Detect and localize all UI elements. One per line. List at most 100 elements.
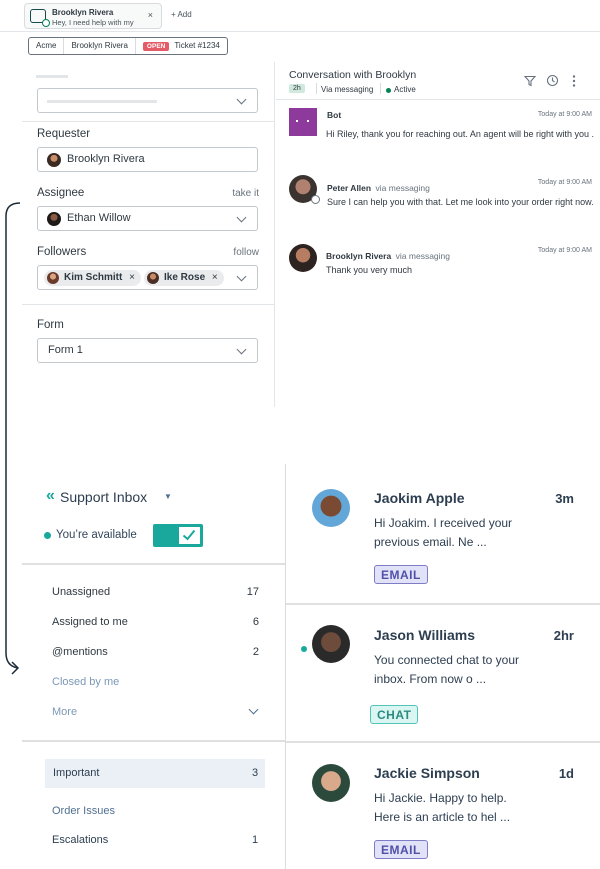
inbox-nav: Unassigned 17 Assigned to me 6 @mentions…	[22, 565, 285, 740]
divider	[276, 99, 600, 100]
follow-link[interactable]: follow	[233, 247, 259, 258]
form-label: Form	[37, 319, 64, 331]
view-count: 1	[252, 834, 259, 846]
breadcrumb-user[interactable]: Brooklyn Rivera	[64, 38, 136, 54]
message-text: Sure I can help you with that. Let me lo…	[327, 197, 594, 207]
view-escalations[interactable]: Escalations	[52, 834, 108, 846]
requester-label: Requester	[37, 128, 91, 140]
breadcrumb-org[interactable]: Acme	[29, 38, 65, 54]
contact-name: Jackie Simpson	[374, 765, 480, 781]
conversation-card[interactable]: Jackie Simpson 1d Hi Jackie. Happy to he…	[286, 745, 600, 869]
availability-dot	[44, 532, 51, 539]
availability-text: You’re available	[56, 529, 137, 541]
conversation-preview: You connected chat to your inbox. From n…	[374, 653, 519, 686]
followers-label: Followers	[37, 246, 87, 258]
nav-more[interactable]: More	[52, 706, 77, 718]
divider	[380, 83, 381, 94]
inbox-title[interactable]: Support Inbox	[60, 489, 147, 505]
checkmark-icon	[182, 529, 196, 541]
message-header: Peter Allen via messaging	[327, 178, 430, 196]
take-it-link[interactable]: take it	[232, 188, 259, 199]
conversation-time: 2hr	[553, 628, 574, 643]
follower-pill[interactable]: Kim Schmitt ×	[44, 270, 141, 286]
availability-toggle[interactable]	[153, 524, 203, 547]
avatar	[312, 489, 350, 527]
followers-field[interactable]: Kim Schmitt × Ike Rose ×	[37, 265, 258, 290]
conversation-time: 1d	[558, 766, 574, 781]
chevron-down-icon[interactable]	[248, 704, 259, 715]
more-options-icon[interactable]	[571, 74, 577, 88]
divider	[316, 83, 317, 94]
ticket-tab[interactable]: Brooklyn Rivera Hey, I need help with my…	[24, 3, 162, 29]
form-select[interactable]: Form 1	[37, 338, 258, 363]
customer-avatar	[289, 244, 317, 272]
view-important[interactable]: Important	[53, 767, 99, 779]
avatar	[147, 272, 159, 284]
chat-bubble-icon	[30, 9, 50, 27]
nav-count: 6	[252, 616, 259, 628]
breadcrumb: Acme Brooklyn Rivera OPEN Ticket #1234	[28, 37, 228, 55]
nav-mentions[interactable]: @mentions	[52, 646, 108, 658]
conversation-title: Conversation with Brooklyn	[289, 69, 417, 81]
follower-pill[interactable]: Ike Rose ×	[144, 270, 224, 286]
conversation-time: 3m	[555, 491, 574, 506]
chevron-down-icon	[236, 94, 247, 105]
form-value: Form 1	[48, 344, 83, 356]
nav-unassigned[interactable]: Unassigned	[52, 586, 110, 598]
close-tab-button[interactable]: ×	[148, 10, 153, 20]
avatar	[47, 153, 61, 167]
ticket-properties-panel: Requester Brooklyn Rivera Assignee take …	[22, 62, 275, 407]
requester-name: Brooklyn Rivera	[67, 153, 145, 165]
status-text: Active	[394, 85, 416, 94]
channel-label: Via messaging	[321, 85, 374, 94]
nav-closed-by-me[interactable]: Closed by me	[52, 676, 119, 688]
chevron-down-icon	[236, 212, 247, 223]
remove-follower-icon[interactable]: ×	[129, 272, 135, 283]
placeholder-bar	[47, 100, 157, 103]
add-tab-button[interactable]: + Add	[171, 10, 192, 19]
divider	[22, 304, 275, 305]
active-dot	[386, 88, 391, 93]
toggle-knob	[178, 526, 201, 545]
collapse-sidebar-icon[interactable]: «	[46, 487, 55, 505]
bot-eye	[296, 120, 298, 122]
follower-name: Kim Schmitt	[64, 272, 123, 283]
status-badge: OPEN	[142, 42, 170, 51]
tab-bar: Brooklyn Rivera Hey, I need help with my…	[0, 0, 600, 32]
divider	[22, 121, 275, 122]
chevron-down-icon	[236, 271, 247, 282]
assignee-select[interactable]: Ethan Willow	[37, 206, 258, 231]
message-time: Today at 9:00 AM	[537, 179, 592, 186]
chevron-down-icon	[236, 344, 247, 355]
messaging-icon	[311, 195, 320, 204]
conversation-card[interactable]: Jaokim Apple 3m Hi Joakim. I received yo…	[286, 464, 600, 605]
channel-tag: EMAIL	[374, 840, 428, 859]
nav-count: 17	[246, 586, 259, 598]
avatar	[47, 272, 59, 284]
filter-icon[interactable]	[524, 75, 536, 87]
age-badge: 2h	[289, 84, 305, 93]
conversation-preview: Hi Joakim. I received your previous emai…	[374, 516, 513, 549]
avatar	[312, 764, 350, 802]
message-text: Hi Riley, thank you for reaching out. An…	[326, 129, 594, 139]
follower-name: Ike Rose	[164, 272, 206, 283]
message-author: Brooklyn Rivera	[326, 251, 392, 261]
tab-title: Brooklyn Rivera	[52, 8, 114, 17]
history-icon[interactable]	[546, 74, 559, 87]
assignee-label: Assignee	[37, 187, 85, 199]
tab-preview: Hey, I need help with my	[52, 18, 134, 27]
requester-field[interactable]: Brooklyn Rivera	[37, 147, 258, 172]
empty-select[interactable]	[37, 88, 258, 113]
nav-assigned-to-me[interactable]: Assigned to me	[52, 616, 128, 628]
remove-follower-icon[interactable]: ×	[212, 272, 218, 283]
avatar	[47, 212, 61, 226]
message-text: Thank you very much	[326, 265, 413, 275]
message-channel: via messaging	[375, 183, 430, 193]
caret-down-icon[interactable]: ▼	[164, 492, 172, 501]
breadcrumb-ticket[interactable]: OPEN Ticket #1234	[136, 38, 227, 54]
message-time: Today at 9:00 AM	[537, 111, 592, 118]
bot-avatar	[289, 108, 317, 136]
ticket-number: Ticket #1234	[174, 41, 220, 50]
conversation-card[interactable]: Jason Williams 2hr You connected chat to…	[286, 605, 600, 743]
view-order-issues[interactable]: Order Issues	[52, 805, 115, 817]
